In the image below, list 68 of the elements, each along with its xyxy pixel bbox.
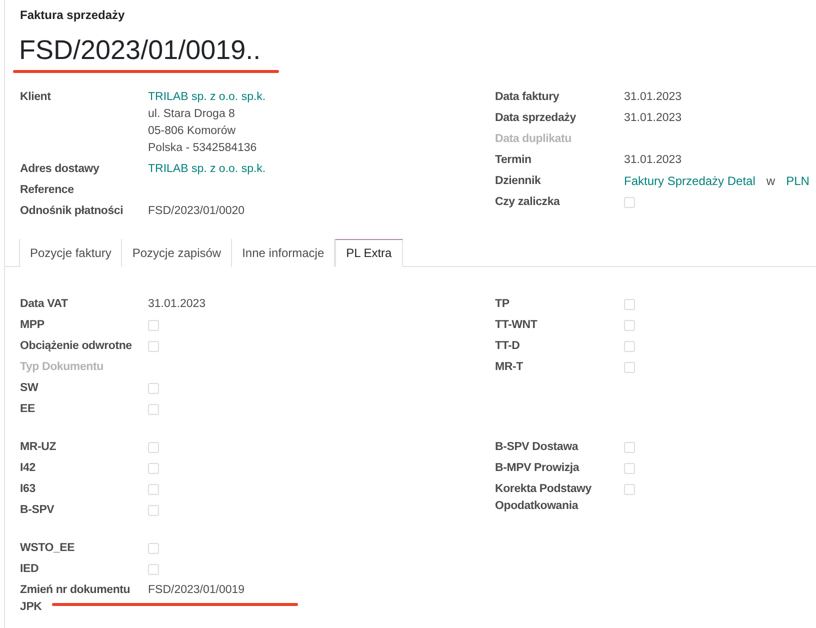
checkbox[interactable] [624,299,635,310]
checkbox[interactable] [148,383,159,394]
checkbox[interactable] [148,463,159,474]
field-label: IED [20,562,40,577]
tab[interactable]: Pozycje faktury [19,239,122,267]
field-label: Korekta Podstawy Opodatkowania [495,482,592,514]
form-type-label: Faktura sprzedaży [19,7,126,22]
checkbox[interactable] [624,442,635,453]
field-label: TT-D [495,339,521,354]
field-label: MPP [20,318,46,333]
field-label: MR-UZ [20,440,58,455]
checkbox[interactable] [148,320,159,331]
checkbox[interactable] [148,484,159,495]
field-label: TP [495,297,510,312]
field-label: Data faktury [495,90,560,105]
field-label: I42 [20,461,36,476]
field-value: 31.01.2023 [624,153,682,168]
field-label: Odnośnik płatności [20,204,124,219]
field-label: Typ Dokumentu [20,360,104,375]
field-label: Obciążenie odwrotne [20,339,133,354]
field-label: Klient [20,90,52,105]
checkbox[interactable] [624,320,635,331]
checkbox[interactable] [148,341,159,352]
checkbox[interactable] [624,341,635,352]
field-label: TT-WNT [495,318,538,333]
checkbox[interactable] [148,543,159,554]
checkbox[interactable] [624,484,635,495]
checkbox[interactable] [624,362,635,373]
field-value: FSD/2023/01/0019 [148,583,245,598]
checkbox[interactable] [148,564,159,575]
invoice-number-title: FSD/2023/01/0019.. [19,34,261,67]
checkbox[interactable] [148,442,159,453]
address-line: ul. Stara Droga 8 [148,107,235,122]
tab[interactable]: Inne informacje [232,239,336,267]
field-value: 31.01.2023 [148,297,206,312]
field-label: SW [20,381,40,396]
journal-link[interactable]: Faktury Sprzedaży Detal [624,173,756,190]
checkbox[interactable] [148,505,159,516]
connector-text: w [766,173,776,190]
checkbox[interactable] [624,197,635,208]
partner-link[interactable]: TRILAB sp. z o.o. sp.k. [148,161,266,178]
field-value: FSD/2023/01/0020 [148,204,245,219]
field-value: 31.01.2023 [624,90,682,105]
field-label: Reference [20,183,75,198]
field-label: B-SPV Dostawa [495,440,580,455]
field-label: Termin [495,153,532,168]
field-label: Data sprzedaży [495,111,577,126]
field-label: WSTO_EE [20,541,76,556]
field-label: EE [20,402,36,417]
field-label: Czy zaliczka [495,195,561,210]
field-value: 31.01.2023 [624,111,682,126]
field-label: MR-T [495,360,524,375]
partner-link[interactable]: TRILAB sp. z o.o. sp.k. [148,89,266,106]
field-label: Adres dostawy [20,162,100,177]
field-label: I63 [20,482,36,497]
field-label: Data VAT [20,297,69,312]
tab[interactable]: Pozycje zapisów [122,239,232,267]
field-label: Data duplikatu [495,132,572,147]
currency-link[interactable]: PLN [786,173,810,190]
checkbox[interactable] [148,404,159,415]
address-line: 05-806 Komorów [148,124,236,139]
field-label: Zmień nr dokumentu JPK [20,583,132,615]
field-label: Dziennik [495,174,542,189]
checkbox[interactable] [624,463,635,474]
field-label: B-SPV [20,503,56,518]
field-label: B-MPV Prowizja [495,461,580,476]
address-line: Polska - 5342584136 [148,141,257,156]
tab[interactable]: PL Extra [335,239,403,267]
